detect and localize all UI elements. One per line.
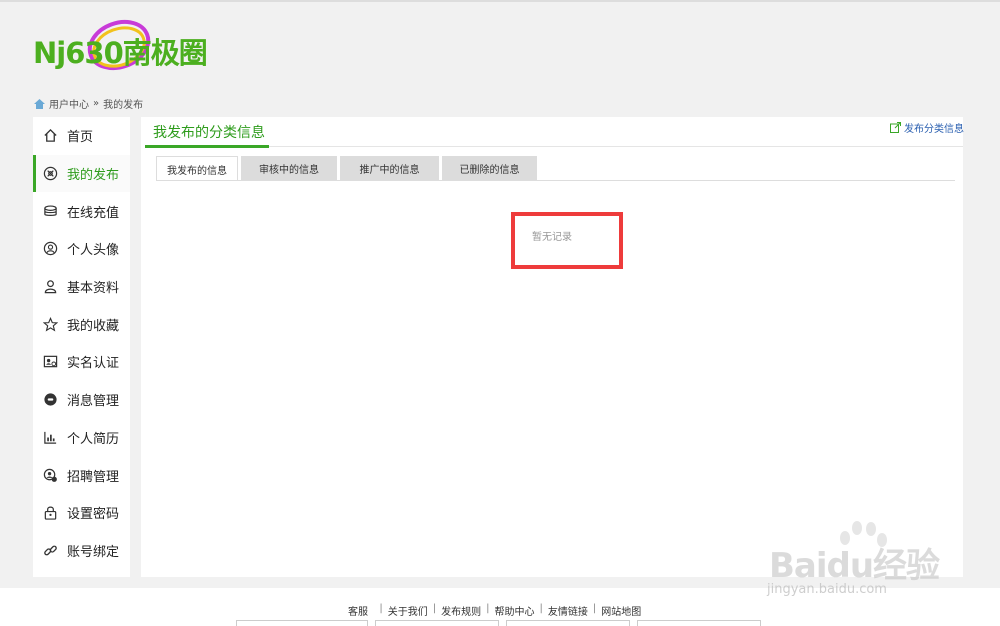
coins-icon	[42, 203, 58, 219]
sidebar-item-label: 招聘管理	[67, 469, 120, 485]
sidebar-item-recruitment[interactable]: 招聘管理	[33, 456, 130, 494]
sidebar-item-label: 首页	[67, 130, 94, 146]
sidebar-item-favorites[interactable]: 我的收藏	[33, 305, 130, 343]
footer-separator: |	[373, 603, 383, 614]
sidebar-item-verification[interactable]: 实名认证	[33, 343, 130, 381]
tab-promoting[interactable]: 推广中的信息	[340, 156, 439, 181]
page-title: 我发布的分类信息	[153, 125, 265, 141]
baidu-watermark: Baidu经验 jingyan.baidu.com	[765, 520, 955, 602]
sidebar-item-label: 个人简历	[67, 431, 120, 447]
sidebar-item-messages[interactable]: 消息管理	[33, 381, 130, 419]
sidebar-item-label: 设置密码	[67, 507, 120, 523]
recruit-icon	[42, 467, 58, 483]
footer-link-help[interactable]: 帮助中心	[494, 603, 534, 618]
title-underline	[145, 145, 269, 148]
sidebar-item-resume[interactable]: 个人简历	[33, 419, 130, 457]
footer-separator: |	[539, 603, 543, 614]
main-panel: 我发布的分类信息 我发布的信息 审核中的信息 推广中的信息 已删除的信息 暂无记…	[141, 117, 963, 577]
tabs-divider	[156, 180, 955, 181]
publish-classified-link[interactable]: 发布分类信息	[890, 120, 964, 135]
footer-badge[interactable]	[236, 620, 368, 626]
footer-link-sitemap[interactable]: 网站地图	[601, 603, 641, 618]
top-divider	[0, 0, 1000, 2]
tab-my-posts[interactable]: 我发布的信息	[156, 156, 238, 181]
footer-separator: |	[432, 603, 437, 614]
annotation-highlight-box	[511, 212, 623, 269]
footer-badge[interactable]	[506, 620, 630, 626]
sidebar-item-label: 个人头像	[67, 243, 120, 259]
logo-text: Nj630南极圈	[33, 36, 208, 70]
footer-separator: |	[486, 603, 490, 614]
sidebar-item-label: 消息管理	[67, 394, 120, 410]
site-logo[interactable]: Nj630南极圈	[33, 14, 233, 76]
avatar-icon	[42, 241, 58, 257]
link-icon	[42, 542, 58, 558]
sidebar-item-label: 在线充值	[67, 205, 120, 221]
breadcrumb-home[interactable]: 用户中心	[49, 96, 89, 111]
footer-link-service[interactable]: 客服	[348, 603, 368, 618]
footer-separator: |	[592, 603, 597, 614]
star-icon	[42, 316, 58, 332]
sidebar-item-password[interactable]: 设置密码	[33, 494, 130, 532]
grid-icon	[42, 166, 58, 182]
sidebar-item-label: 我的发布	[67, 168, 120, 184]
sidebar-item-home[interactable]: 首页	[33, 117, 130, 155]
home-icon	[42, 128, 58, 144]
tab-bar: 我发布的信息 审核中的信息 推广中的信息 已删除的信息	[156, 156, 537, 181]
external-link-icon	[890, 122, 901, 133]
sidebar: 首页 我的发布 在线充值 个人头像 基本资料 我的收藏 实名认证 消息管理 个人…	[33, 117, 130, 577]
breadcrumb-current: 我的发布	[103, 100, 144, 111]
footer-links: 客服 | 关于我们 | 发布规则 | 帮助中心 | 友情链接 | 网站地图	[348, 603, 641, 618]
breadcrumb: 用户中心 » 我的发布	[34, 96, 143, 111]
message-icon	[42, 392, 58, 408]
footer-link-about[interactable]: 关于我们	[388, 603, 428, 618]
footer-badge[interactable]	[375, 620, 499, 626]
publish-link-label: 发布分类信息	[904, 124, 964, 135]
sidebar-item-profile[interactable]: 基本资料	[33, 268, 130, 306]
sidebar-item-recharge[interactable]: 在线充值	[33, 192, 130, 230]
sidebar-item-my-posts[interactable]: 我的发布	[33, 154, 130, 193]
id-card-icon	[42, 354, 58, 370]
footer-link-friends[interactable]: 友情链接	[548, 603, 588, 618]
watermark-text: Baidu经验	[769, 546, 940, 586]
breadcrumb-separator: »	[93, 98, 100, 109]
sidebar-item-label: 基本资料	[67, 281, 120, 297]
sidebar-item-avatar[interactable]: 个人头像	[33, 230, 130, 268]
footer-link-rules[interactable]: 发布规则	[441, 603, 481, 618]
sidebar-item-account-binding[interactable]: 账号绑定	[33, 532, 130, 570]
tab-under-review[interactable]: 审核中的信息	[241, 156, 337, 181]
tab-deleted[interactable]: 已删除的信息	[442, 156, 537, 181]
footer-badge[interactable]	[637, 620, 761, 626]
lock-icon	[42, 505, 58, 521]
sidebar-item-label: 账号绑定	[67, 544, 120, 560]
sidebar-item-label: 实名认证	[67, 356, 120, 372]
sidebar-item-label: 我的收藏	[67, 318, 120, 334]
watermark-url: jingyan.baidu.com	[767, 582, 887, 597]
resume-icon	[42, 429, 58, 445]
home-icon	[34, 98, 45, 109]
user-icon	[42, 279, 58, 295]
